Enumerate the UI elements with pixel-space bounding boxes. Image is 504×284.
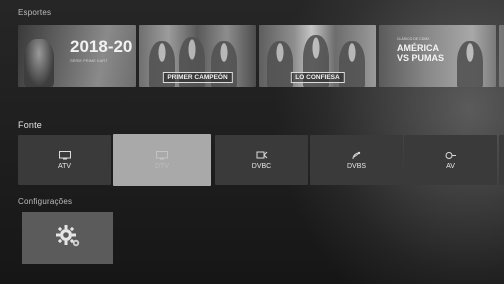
source-tile-dvbs[interactable]: DVBS	[310, 135, 403, 185]
source-tile-dvbc[interactable]: DVBC	[215, 135, 308, 185]
banner-kicker: CLÁSICO DE CDMX	[397, 37, 430, 41]
source-label: DVBS	[346, 162, 367, 170]
banner-subline: SÉRIE PRIME KART	[70, 58, 108, 63]
section-label-source: Fonte	[18, 120, 43, 130]
source-tile-atv[interactable]: ATV	[18, 135, 111, 185]
banner-athlete-image	[24, 39, 54, 87]
banner-player-image	[457, 41, 483, 87]
banner-title-line1: AMÉRICA	[397, 43, 439, 53]
banner-player-image	[267, 41, 293, 87]
sports-banner-2[interactable]: PRIMER CAMPEÓN	[139, 25, 256, 87]
source-tile-row: ATV DTV DVBC DVBS AV	[18, 134, 504, 186]
source-label: DVBC	[251, 162, 272, 170]
settings-tile[interactable]	[22, 212, 113, 264]
source-tile-av[interactable]: AV	[404, 135, 497, 185]
satellite-icon	[351, 151, 363, 160]
source-label: ATV	[57, 162, 72, 170]
sports-banner-5[interactable]	[499, 25, 504, 87]
banner-caption: PRIMER CAMPEÓN	[162, 72, 233, 83]
banner-title: AMÉRICA VS PUMAS	[397, 43, 444, 63]
source-label: AV	[446, 162, 455, 170]
section-label-sports: Esportes	[18, 8, 52, 17]
av-input-icon	[445, 151, 457, 160]
cable-icon	[256, 151, 268, 160]
tv-icon	[156, 150, 168, 160]
sports-banner-row: 2018-20 SÉRIE PRIME KART PRIMER CAMPEÓN …	[18, 25, 504, 87]
banner-caption: LO CONFIESA	[290, 72, 345, 83]
source-label: DTV	[155, 162, 169, 170]
sports-banner-4[interactable]: CLÁSICO DE CDMX AMÉRICA VS PUMAS	[379, 25, 496, 87]
banner-title-line2: VS PUMAS	[397, 53, 445, 63]
sports-banner-1[interactable]: 2018-20 SÉRIE PRIME KART	[18, 25, 136, 87]
sports-banner-3[interactable]: LO CONFIESA	[259, 25, 376, 87]
banner-headline: 2018-20	[70, 37, 133, 56]
section-label-settings: Configurações	[18, 197, 73, 206]
tv-icon	[58, 150, 71, 160]
source-tile-dtv[interactable]: DTV	[113, 134, 211, 186]
source-tile-next[interactable]	[499, 135, 504, 185]
gear-icon	[55, 224, 81, 253]
